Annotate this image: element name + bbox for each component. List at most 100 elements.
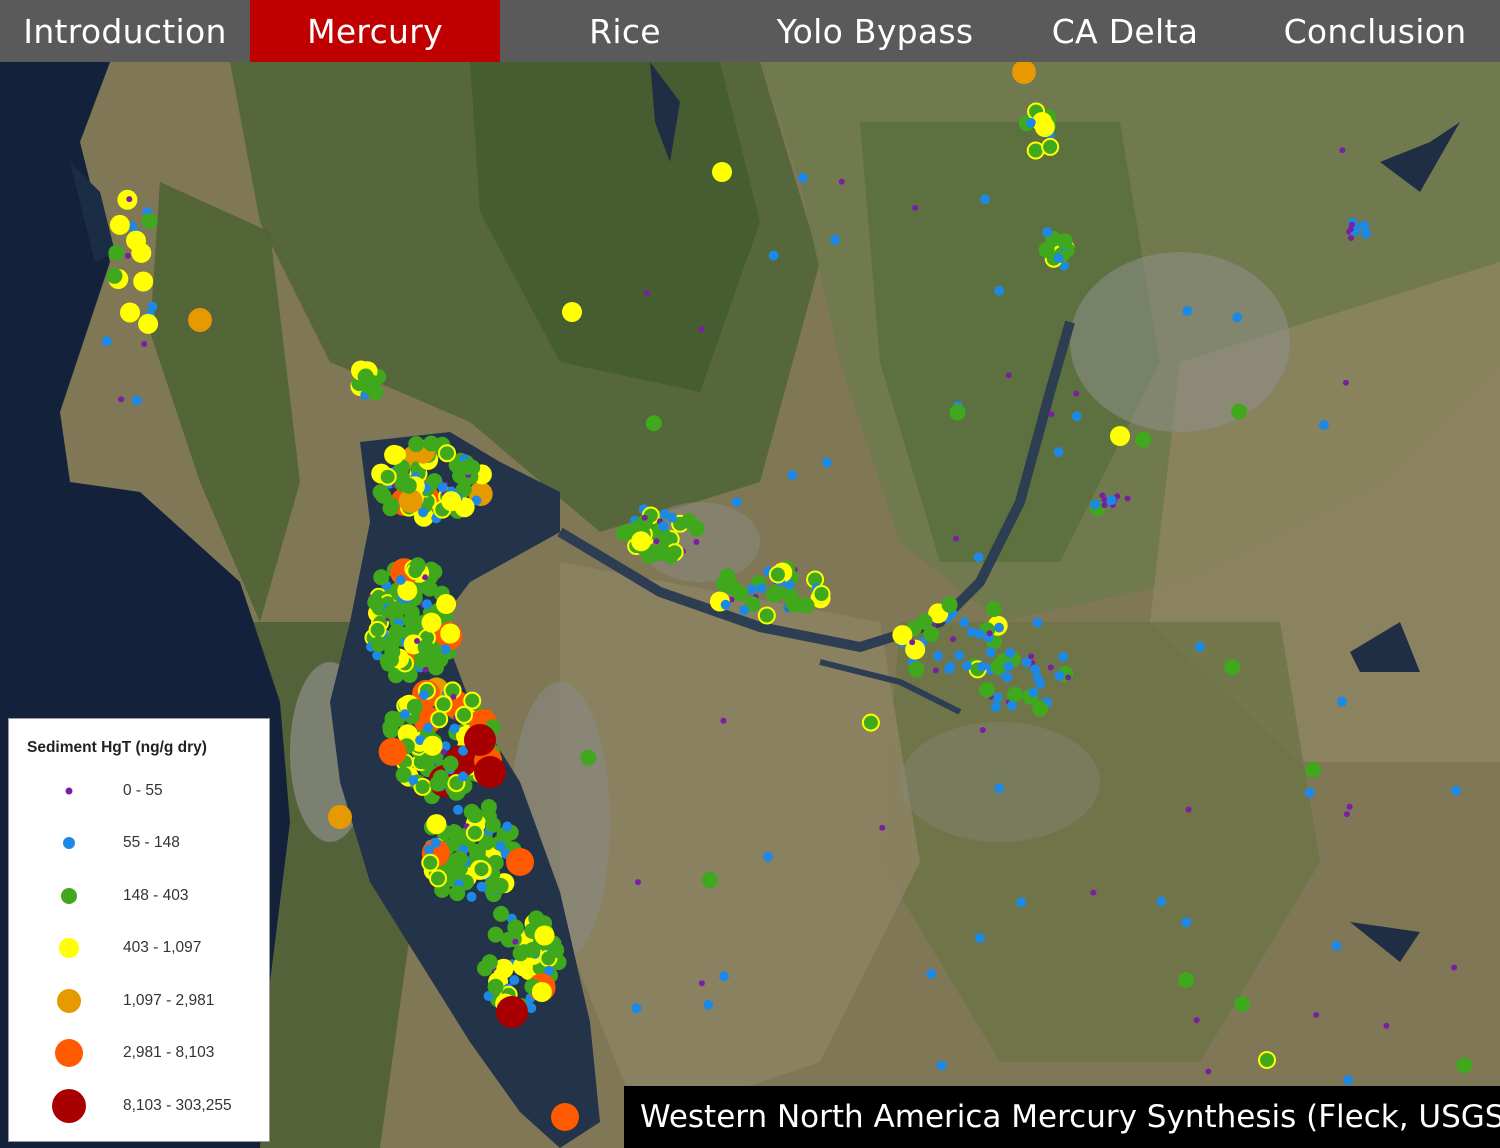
sample-point[interactable] <box>496 996 528 1028</box>
sample-point[interactable] <box>635 879 641 886</box>
sample-point[interactable] <box>966 626 977 637</box>
sample-point[interactable] <box>1025 117 1036 128</box>
sample-point[interactable] <box>1047 664 1054 671</box>
sample-point[interactable] <box>1135 431 1152 448</box>
sample-point[interactable] <box>460 458 476 475</box>
sample-point[interactable] <box>861 713 880 732</box>
sample-point[interactable] <box>422 666 429 673</box>
sample-point[interactable] <box>432 769 449 786</box>
tab-ca-delta[interactable]: CA Delta <box>1000 0 1250 62</box>
sample-point[interactable] <box>838 178 845 185</box>
sample-point[interactable] <box>492 877 509 894</box>
sample-point[interactable] <box>188 308 212 332</box>
sample-point[interactable] <box>941 596 958 613</box>
sample-point[interactable] <box>382 651 399 668</box>
sample-point[interactable] <box>472 860 491 879</box>
sample-point[interactable] <box>830 234 841 245</box>
sample-point[interactable] <box>1056 233 1073 250</box>
sample-point[interactable] <box>534 925 555 946</box>
sample-point[interactable] <box>131 395 142 406</box>
sample-point[interactable] <box>1331 940 1342 951</box>
tab-yolo-bypass[interactable]: Yolo Bypass <box>750 0 1000 62</box>
sample-point[interactable] <box>426 814 447 835</box>
sample-point[interactable] <box>1026 141 1045 160</box>
sample-point[interactable] <box>442 755 459 772</box>
sample-point[interactable] <box>476 881 487 892</box>
sample-point[interactable] <box>1305 762 1321 778</box>
sample-point[interactable] <box>437 482 448 493</box>
sample-point[interactable] <box>936 1060 947 1071</box>
sample-point[interactable] <box>106 267 123 284</box>
sample-point[interactable] <box>1349 221 1355 228</box>
sample-point[interactable] <box>507 919 524 936</box>
tab-mercury[interactable]: Mercury <box>250 0 500 62</box>
sample-point[interactable] <box>440 749 447 755</box>
sample-point[interactable] <box>1456 1057 1473 1074</box>
sample-point[interactable] <box>1003 661 1014 672</box>
sample-point[interactable] <box>1073 390 1080 397</box>
sample-point[interactable] <box>739 605 750 616</box>
sample-point[interactable] <box>453 804 464 815</box>
sample-point[interactable] <box>985 647 996 658</box>
sample-point[interactable] <box>980 194 990 205</box>
sample-point[interactable] <box>458 771 468 782</box>
sample-point[interactable] <box>1258 1051 1276 1069</box>
sample-point[interactable] <box>101 336 112 347</box>
sample-point[interactable] <box>959 617 970 628</box>
sample-point[interactable] <box>429 869 447 888</box>
sample-point[interactable] <box>631 1003 642 1014</box>
sample-point[interactable] <box>487 926 504 943</box>
sample-point[interactable] <box>879 824 886 831</box>
sample-point[interactable] <box>1028 687 1039 698</box>
sample-point[interactable] <box>449 723 460 734</box>
sample-point[interactable] <box>712 162 732 182</box>
sample-point[interactable] <box>667 512 678 523</box>
sample-point[interactable] <box>768 584 785 600</box>
sample-point[interactable] <box>384 444 405 465</box>
sample-point[interactable] <box>512 945 529 962</box>
sample-point[interactable] <box>1348 235 1354 241</box>
sample-point[interactable] <box>1346 803 1353 810</box>
sample-point[interactable] <box>746 584 757 595</box>
sample-point[interactable] <box>512 938 519 945</box>
sample-point[interactable] <box>422 735 443 756</box>
sample-point[interactable] <box>973 552 984 563</box>
sample-point[interactable] <box>643 290 650 297</box>
sample-point[interactable] <box>1053 447 1064 458</box>
sample-point[interactable] <box>1304 787 1315 798</box>
sample-point[interactable] <box>1185 806 1192 813</box>
tab-conclusion[interactable]: Conclusion <box>1250 0 1500 62</box>
sample-point[interactable] <box>1048 411 1055 418</box>
sample-point[interactable] <box>641 514 648 521</box>
sample-point[interactable] <box>909 639 916 646</box>
sample-point[interactable] <box>484 816 501 833</box>
sample-point[interactable] <box>1343 811 1350 818</box>
sample-point[interactable] <box>1106 495 1117 506</box>
sample-point[interactable] <box>441 491 462 512</box>
sample-point[interactable] <box>798 597 815 614</box>
sample-point[interactable] <box>1006 700 1017 711</box>
sample-point[interactable] <box>108 244 125 261</box>
sample-point[interactable] <box>693 539 700 545</box>
sample-point[interactable] <box>388 623 405 640</box>
sample-point[interactable] <box>1099 492 1106 499</box>
sample-point[interactable] <box>373 569 390 586</box>
sample-point[interactable] <box>408 436 425 453</box>
sample-point[interactable] <box>1110 426 1130 446</box>
sample-point[interactable] <box>409 557 426 574</box>
sample-point[interactable] <box>109 214 130 235</box>
sample-point[interactable] <box>378 467 397 486</box>
sample-point[interactable] <box>719 971 729 982</box>
sample-point[interactable] <box>1030 664 1040 675</box>
sample-point[interactable] <box>464 724 496 756</box>
sample-point[interactable] <box>1224 659 1241 676</box>
sample-point[interactable] <box>654 543 671 560</box>
sample-point[interactable] <box>1194 641 1205 652</box>
tab-introduction[interactable]: Introduction <box>0 0 250 62</box>
sample-point[interactable] <box>812 585 831 603</box>
sample-point[interactable] <box>1101 502 1108 509</box>
sample-point[interactable] <box>421 612 442 633</box>
sample-point[interactable] <box>1339 147 1346 154</box>
sample-point[interactable] <box>551 1103 579 1131</box>
sample-point[interactable] <box>821 457 832 468</box>
